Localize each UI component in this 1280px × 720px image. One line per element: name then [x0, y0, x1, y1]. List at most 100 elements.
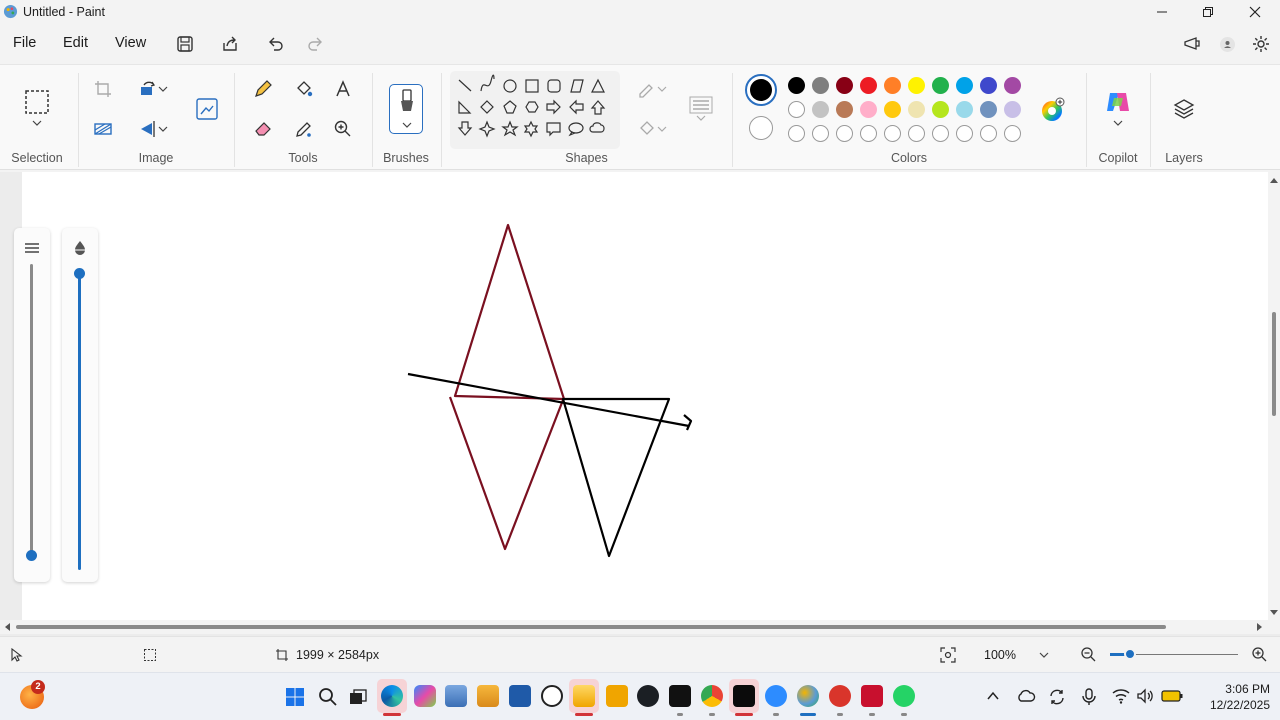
copilot-button[interactable]: [1104, 89, 1132, 129]
color-swatch[interactable]: [860, 101, 877, 118]
horizontal-scrollbar[interactable]: [0, 620, 1280, 634]
sublime-text-icon[interactable]: [606, 685, 628, 707]
wifi-icon[interactable]: [1112, 688, 1130, 704]
custom-color-slot[interactable]: [788, 125, 805, 142]
shape-fill-button[interactable]: [632, 117, 672, 141]
menu-file[interactable]: File: [13, 35, 36, 51]
zoom-dropdown[interactable]: 100%: [975, 642, 1059, 668]
triangle-shape-icon[interactable]: [591, 78, 605, 93]
color-picker-button[interactable]: [292, 117, 316, 141]
eraser-button[interactable]: [251, 117, 275, 141]
zoom-out-icon[interactable]: [1080, 646, 1097, 663]
down-arrow-shape-icon[interactable]: [457, 121, 473, 136]
oval-callout-shape-icon[interactable]: [568, 122, 584, 137]
color-swatch[interactable]: [980, 101, 997, 118]
system-clock[interactable]: 3:06 PM 12/22/2025: [1210, 681, 1270, 713]
primary-color-button[interactable]: [745, 74, 777, 106]
zoom-meetings-icon[interactable]: [765, 685, 787, 707]
resize-button[interactable]: [193, 95, 221, 123]
diamond-shape-icon[interactable]: [480, 100, 494, 114]
dark-app-icon[interactable]: [733, 685, 755, 707]
oval-shape-icon[interactable]: [503, 79, 517, 93]
color-swatch[interactable]: [884, 77, 901, 94]
undo-icon[interactable]: [266, 34, 286, 54]
edit-colors-button[interactable]: [1040, 97, 1066, 123]
color-swatch[interactable]: [1004, 101, 1021, 118]
custom-color-slot[interactable]: [980, 125, 997, 142]
color-swatch[interactable]: [980, 77, 997, 94]
sync-icon[interactable]: [1048, 688, 1066, 706]
curve-shape-icon[interactable]: [480, 74, 495, 92]
five-point-star-shape-icon[interactable]: [501, 120, 519, 137]
acrobat-icon[interactable]: [861, 685, 883, 707]
crop-button[interactable]: [91, 77, 115, 101]
rounded-rectangle-shape-icon[interactable]: [547, 79, 561, 93]
secondary-color-button[interactable]: [749, 116, 773, 140]
selection-tool-button[interactable]: [22, 87, 52, 135]
onedrive-icon[interactable]: [1016, 688, 1036, 704]
share-icon[interactable]: [220, 34, 240, 54]
copilot-taskbar-icon[interactable]: [414, 685, 436, 707]
store-icon[interactable]: [509, 685, 531, 707]
flip-button[interactable]: [133, 117, 173, 141]
color-swatch[interactable]: [884, 101, 901, 118]
office-app-icon[interactable]: [829, 685, 851, 707]
scroll-down-arrow-icon[interactable]: [1270, 609, 1278, 616]
left-arrow-shape-icon[interactable]: [569, 99, 584, 115]
color-swatch[interactable]: [932, 101, 949, 118]
six-point-star-shape-icon[interactable]: [523, 120, 539, 138]
scroll-up-arrow-icon[interactable]: [1270, 177, 1278, 184]
close-button[interactable]: [1232, 0, 1278, 24]
color-swatch[interactable]: [908, 77, 925, 94]
color-swatch[interactable]: [836, 77, 853, 94]
terminal-app-icon[interactable]: [669, 685, 691, 707]
minimize-button[interactable]: [1139, 0, 1185, 24]
color-swatch[interactable]: [860, 77, 877, 94]
pencil-button[interactable]: [251, 77, 275, 101]
custom-color-slot[interactable]: [836, 125, 853, 142]
custom-color-slot[interactable]: [860, 125, 877, 142]
color-swatch[interactable]: [788, 101, 805, 118]
four-point-star-shape-icon[interactable]: [478, 120, 496, 138]
right-triangle-shape-icon[interactable]: [458, 100, 472, 114]
opacity-slider-thumb[interactable]: [74, 268, 85, 279]
volume-icon[interactable]: [1136, 688, 1154, 704]
cloud-callout-shape-icon[interactable]: [589, 122, 605, 133]
custom-color-slot[interactable]: [932, 125, 949, 142]
github-icon[interactable]: [637, 685, 659, 707]
files-app-icon[interactable]: [477, 685, 499, 707]
vertical-scroll-thumb[interactable]: [1272, 312, 1276, 416]
paint-taskbar-icon[interactable]: [797, 685, 819, 707]
search-icon[interactable]: [318, 687, 338, 707]
color-swatch[interactable]: [908, 101, 925, 118]
color-swatch[interactable]: [956, 77, 973, 94]
rotate-button[interactable]: [133, 77, 173, 101]
menu-view[interactable]: View: [115, 35, 146, 51]
windows-start-icon[interactable]: [285, 687, 305, 707]
save-icon[interactable]: [175, 34, 195, 54]
custom-color-slot[interactable]: [884, 125, 901, 142]
fill-button[interactable]: [292, 77, 316, 101]
fit-to-window-icon[interactable]: [940, 647, 956, 663]
text-button[interactable]: [331, 77, 355, 101]
mail-icon[interactable]: [445, 685, 467, 707]
color-swatch[interactable]: [956, 101, 973, 118]
battery-icon[interactable]: [1161, 690, 1183, 702]
zoom-in-icon[interactable]: [1251, 646, 1268, 663]
account-avatar[interactable]: [1220, 37, 1235, 52]
line-shape-icon[interactable]: [458, 79, 472, 92]
custom-color-slot[interactable]: [908, 125, 925, 142]
brushes-button[interactable]: [389, 84, 423, 134]
shape-outline-button[interactable]: [632, 77, 672, 101]
whatsapp-icon[interactable]: [893, 685, 915, 707]
polygon-shape-icon[interactable]: [570, 79, 584, 93]
scroll-right-arrow-icon[interactable]: [1256, 623, 1263, 631]
color-swatch[interactable]: [812, 77, 829, 94]
color-swatch[interactable]: [812, 101, 829, 118]
vertical-scrollbar[interactable]: [1268, 172, 1280, 620]
microphone-icon[interactable]: [1080, 687, 1100, 707]
magnifier-button[interactable]: [331, 117, 355, 141]
scroll-left-arrow-icon[interactable]: [4, 623, 11, 631]
tray-chevron-up-icon[interactable]: [987, 691, 999, 701]
layers-button[interactable]: [1172, 97, 1196, 121]
